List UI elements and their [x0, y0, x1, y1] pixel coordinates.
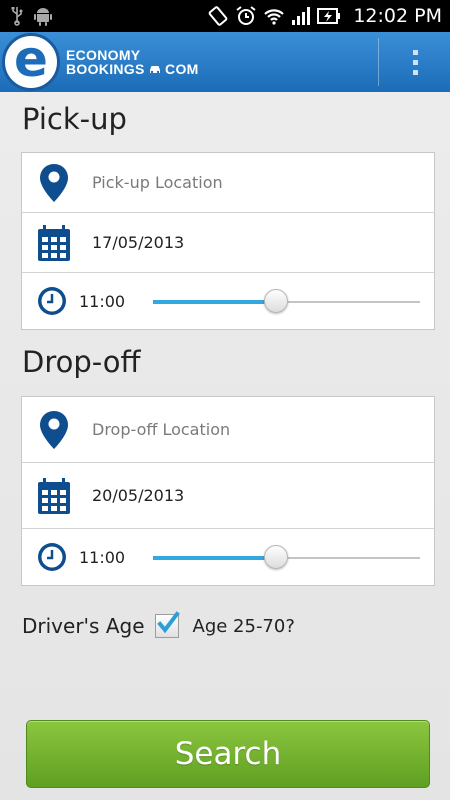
- pickup-date-field[interactable]: 17/05/2013: [22, 213, 434, 273]
- wifi-icon: [263, 6, 285, 26]
- battery-charging-icon: [317, 7, 341, 25]
- signal-icon: [291, 6, 311, 26]
- driver-age-label: Driver's Age: [22, 614, 145, 638]
- clock-time: 12:02 PM: [353, 5, 442, 27]
- logo-line-2-suffix: COM: [165, 61, 199, 77]
- calendar-icon: [22, 224, 86, 262]
- overflow-menu-icon[interactable]: [380, 32, 450, 92]
- app-bar: e ECONOMY BOOKINGS COM: [0, 32, 450, 92]
- pickup-time-slider[interactable]: [153, 289, 420, 313]
- slider-thumb[interactable]: [263, 545, 288, 569]
- logo-line-2: BOOKINGS COM: [66, 62, 199, 76]
- logo-wordmark: ECONOMY BOOKINGS COM: [66, 48, 199, 76]
- logo-letter: e: [14, 30, 48, 88]
- dropoff-time-value: 11:00: [79, 547, 126, 567]
- dropoff-date-value: 20/05/2013: [92, 486, 185, 505]
- dropoff-date-field[interactable]: 20/05/2013: [22, 463, 434, 529]
- dropoff-location-placeholder: Drop-off Location: [92, 420, 231, 439]
- logo-emblem: e: [2, 33, 60, 91]
- dropoff-card: Drop-off Location 20/05/2013 11:00: [21, 396, 435, 586]
- dropoff-title: Drop-off: [22, 345, 141, 379]
- dropoff-location-field[interactable]: Drop-off Location: [22, 397, 434, 463]
- search-button-label: Search: [174, 736, 282, 772]
- pickup-date-value: 17/05/2013: [92, 233, 185, 252]
- pickup-title: Pick-up: [22, 102, 127, 136]
- slider-fill: [153, 300, 276, 304]
- driver-age-row: Driver's Age Age 25-70?: [22, 608, 295, 644]
- location-pin-icon: [22, 163, 86, 203]
- screen-rotate-icon: [207, 5, 229, 27]
- car-icon: [149, 61, 165, 77]
- slider-thumb[interactable]: [263, 289, 288, 313]
- search-button[interactable]: Search: [26, 720, 430, 788]
- checkmark-icon: [156, 611, 180, 634]
- slider-fill: [153, 556, 276, 560]
- economy-bookings-logo[interactable]: e ECONOMY BOOKINGS COM: [0, 32, 199, 92]
- logo-line-1: ECONOMY: [66, 47, 141, 63]
- calendar-icon: [22, 477, 86, 515]
- clock-icon: [22, 285, 82, 317]
- pickup-location-field[interactable]: Pick-up Location: [22, 153, 434, 213]
- dropoff-time-row: 11:00: [22, 529, 434, 585]
- logo-line-2-main: BOOKINGS: [66, 61, 145, 77]
- status-bar: 12:02 PM: [0, 0, 450, 32]
- dropoff-time-slider[interactable]: [153, 545, 420, 569]
- age-checkbox[interactable]: [154, 611, 180, 638]
- menu-divider: [378, 38, 379, 86]
- android-icon: [34, 6, 52, 26]
- pickup-location-placeholder: Pick-up Location: [92, 173, 223, 192]
- pickup-time-value: 11:00: [79, 291, 126, 311]
- pickup-card: Pick-up Location 17/05/2013 11:00: [21, 152, 435, 330]
- usb-icon: [10, 6, 24, 26]
- clock-icon: [22, 541, 82, 573]
- location-pin-icon: [22, 410, 86, 450]
- age-option-label: Age 25-70?: [192, 615, 295, 637]
- alarm-icon: [235, 5, 257, 27]
- pickup-time-row: 11:00: [22, 273, 434, 329]
